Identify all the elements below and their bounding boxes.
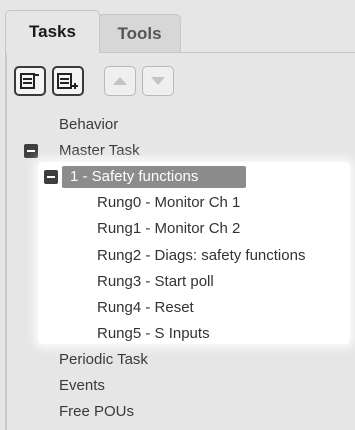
tree-item-master-task[interactable]: Master Task	[59, 142, 140, 159]
move-down-button[interactable]	[142, 66, 174, 96]
panel-left-border	[5, 50, 7, 430]
collapse-all-button[interactable]	[14, 66, 46, 96]
master-task-collapse-icon[interactable]	[24, 144, 38, 158]
tree-item-rung[interactable]: Rung0 - Monitor Ch 1	[97, 194, 240, 211]
tab-tasks[interactable]: Tasks	[5, 10, 100, 53]
tree-item-events[interactable]: Events	[59, 377, 105, 394]
tree-item-rung[interactable]: Rung2 - Diags: safety functions	[97, 247, 305, 264]
tree-item-safety-functions[interactable]: 1 - Safety functions	[70, 168, 198, 185]
move-down-icon	[151, 77, 165, 85]
expand-all-icon	[57, 73, 78, 89]
tab-tools-label: Tools	[117, 23, 162, 43]
tab-tools[interactable]: Tools	[98, 14, 181, 52]
tab-tasks-label: Tasks	[29, 22, 76, 41]
tab-divider	[100, 52, 355, 53]
tree-item-rung[interactable]: Rung1 - Monitor Ch 2	[97, 220, 240, 237]
tasks-panel: Tools Tasks Behavior Master Task 1 - Saf…	[0, 0, 355, 430]
tree-item-rung[interactable]: Rung3 - Start poll	[97, 273, 214, 290]
move-up-button[interactable]	[104, 66, 136, 96]
move-up-icon	[113, 77, 127, 85]
tree-item-rung[interactable]: Rung4 - Reset	[97, 299, 194, 316]
expand-all-button[interactable]	[52, 66, 84, 96]
tree-item-periodic-task[interactable]: Periodic Task	[59, 351, 148, 368]
collapse-all-icon	[20, 73, 39, 89]
tree-item-behavior[interactable]: Behavior	[59, 116, 118, 133]
tree-item-rung[interactable]: Rung5 - S Inputs	[97, 325, 210, 342]
section-collapse-icon[interactable]	[44, 170, 58, 184]
tree-item-free-pous[interactable]: Free POUs	[59, 403, 134, 420]
